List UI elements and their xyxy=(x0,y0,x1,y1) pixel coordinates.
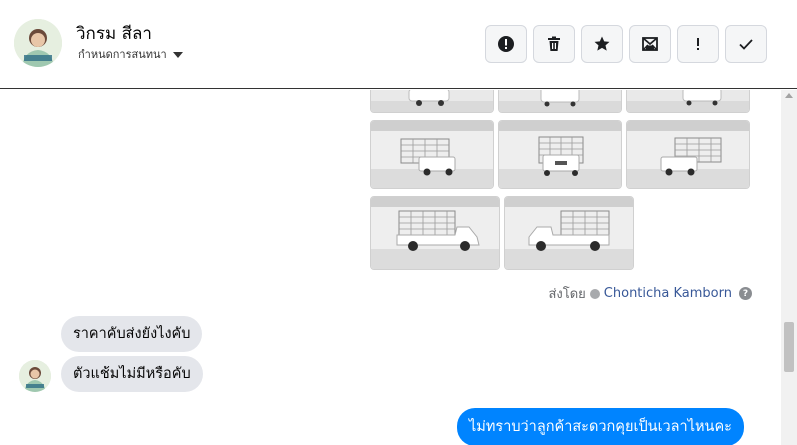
mark-done-button[interactable] xyxy=(725,25,767,63)
sent-by-label: ส่งโดย xyxy=(548,287,586,302)
scrollbar-thumb[interactable] xyxy=(784,322,794,372)
scroll-up-arrow-icon[interactable] xyxy=(785,93,793,98)
contact-name[interactable]: วิกรม สีลา xyxy=(76,20,152,47)
help-icon[interactable]: ? xyxy=(739,287,752,300)
photo-attachment[interactable] xyxy=(626,90,750,113)
photo-attachment[interactable] xyxy=(504,196,634,270)
exclamation-circle-icon xyxy=(498,36,514,52)
sender-name-link[interactable]: Chonticha Kamborn xyxy=(604,286,732,301)
mark-important-button[interactable] xyxy=(677,25,719,63)
conversation-settings-label: กำหนดการสนทนา xyxy=(78,48,167,61)
conversation-header: วิกรม สีลา กำหนดการสนทนา xyxy=(0,0,797,89)
star-icon xyxy=(594,36,610,51)
caret-down-icon xyxy=(172,51,183,58)
star-button[interactable] xyxy=(581,25,623,63)
photo-attachment[interactable] xyxy=(498,90,622,113)
incoming-message[interactable]: ราคาคับส่งยังไงคับ xyxy=(61,316,203,352)
incoming-message[interactable]: ตัวแช้มไม่มีหรือคับ xyxy=(61,356,203,392)
outgoing-message[interactable]: ไม่ทราบว่าลูกค้าสะดวกคุยเป็นเวลาไหนคะ xyxy=(457,408,744,445)
exclamation-icon xyxy=(697,38,699,50)
header-actions xyxy=(485,25,767,63)
photo-attachment[interactable] xyxy=(498,120,622,189)
sent-by-line: ส่งโดย Chonticha Kamborn ? xyxy=(548,283,752,304)
mark-unread-button[interactable] xyxy=(629,25,671,63)
photo-attachment[interactable] xyxy=(370,196,500,270)
photo-attachment[interactable] xyxy=(626,120,750,189)
photo-attachment[interactable] xyxy=(370,120,494,189)
delete-button[interactable] xyxy=(533,25,575,63)
trash-icon xyxy=(548,36,560,51)
sender-avatar[interactable] xyxy=(19,360,51,392)
verified-badge-icon xyxy=(589,288,600,299)
avatar[interactable] xyxy=(14,19,62,67)
message-thread: ส่งโดย Chonticha Kamborn ? ราคาคับส่งยัง… xyxy=(0,90,797,445)
envelope-icon xyxy=(642,37,658,51)
vertical-scrollbar[interactable] xyxy=(781,90,797,445)
conversation-settings-dropdown[interactable]: กำหนดการสนทนา xyxy=(78,45,183,63)
photo-attachment[interactable] xyxy=(370,90,494,113)
mark-spam-button[interactable] xyxy=(485,25,527,63)
check-icon xyxy=(739,39,753,50)
